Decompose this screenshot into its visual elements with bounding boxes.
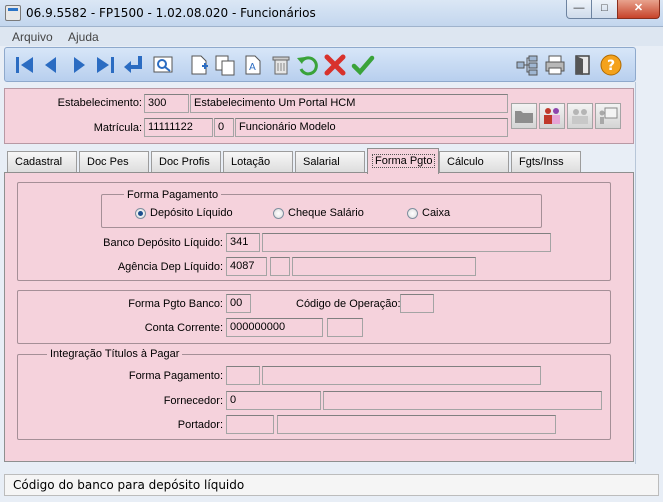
agency-name-field xyxy=(292,257,476,276)
bank-label: Banco Depósito Líquido: xyxy=(103,237,223,249)
undo-icon[interactable] xyxy=(295,53,319,77)
establishment-label: Estabelecimento: xyxy=(57,97,142,109)
app-icon xyxy=(5,5,21,21)
payables-legend: Integração Títulos à Pagar xyxy=(47,348,183,360)
cancel-icon[interactable] xyxy=(323,53,347,77)
search-icon[interactable] xyxy=(151,53,175,77)
last-record-icon[interactable] xyxy=(93,53,117,77)
registration-digit-field: 0 xyxy=(214,118,234,137)
payment-method-legend: Forma Pagamento xyxy=(124,189,222,201)
group-icon xyxy=(572,109,588,124)
bank-code-field[interactable]: 341 xyxy=(226,233,260,252)
exit-door-icon[interactable] xyxy=(571,53,595,77)
status-bar: Código do banco para depósito líquido xyxy=(4,474,659,496)
establishment-code-field[interactable]: 300 xyxy=(144,94,189,113)
bearer-label: Portador: xyxy=(177,419,223,431)
next-record-icon[interactable] xyxy=(67,53,91,77)
tab-calculo[interactable]: Cálculo xyxy=(439,151,509,173)
presentation-icon xyxy=(599,107,618,124)
payables-method-code-field[interactable] xyxy=(226,366,260,385)
account-field[interactable]: 000000000 xyxy=(226,318,323,337)
operation-field[interactable] xyxy=(400,294,434,313)
presentation-button[interactable] xyxy=(595,103,621,129)
folder-icon xyxy=(515,111,533,123)
help-icon[interactable]: ? xyxy=(599,53,623,77)
payables-method-desc-field xyxy=(262,366,541,385)
tab-fgts-inss[interactable]: Fgts/Inss xyxy=(511,151,581,173)
supplier-name-field xyxy=(323,391,602,410)
radio-caixa[interactable]: Caixa xyxy=(407,207,467,221)
toolbar: A ? xyxy=(4,47,636,82)
employee-name-field: Funcionário Modelo xyxy=(235,118,508,137)
close-button[interactable]: ✕ xyxy=(617,0,660,19)
tab-lotacao[interactable]: Lotação xyxy=(223,151,293,173)
payment-bank-label: Forma Pgto Banco: xyxy=(128,298,223,310)
dependents-button[interactable] xyxy=(567,103,593,129)
account-label: Conta Corrente: xyxy=(144,322,223,334)
menu-help[interactable]: Ajuda xyxy=(68,30,99,44)
previous-record-icon[interactable] xyxy=(39,53,63,77)
maximize-button[interactable]: □ xyxy=(591,0,618,19)
first-record-icon[interactable] xyxy=(13,53,37,77)
radio-deposito-liquido[interactable]: Depósito Líquido xyxy=(135,207,255,221)
account-digit-field[interactable] xyxy=(327,318,363,337)
agency-digit-field[interactable] xyxy=(270,257,290,276)
supplier-code-field[interactable]: 0 xyxy=(226,391,321,410)
edit-document-icon[interactable]: A xyxy=(241,53,265,77)
print-icon[interactable] xyxy=(543,53,567,77)
family-button[interactable] xyxy=(539,103,565,129)
tab-doc-pes[interactable]: Doc Pes xyxy=(79,151,149,173)
minimize-button[interactable]: — xyxy=(566,0,592,19)
establishment-name-field: Estabelecimento Um Portal HCM xyxy=(190,94,508,113)
new-document-icon[interactable] xyxy=(187,53,211,77)
structure-icon[interactable] xyxy=(515,53,539,77)
bearer-code-field[interactable] xyxy=(226,415,274,434)
window-edge xyxy=(635,82,636,464)
menu-file[interactable]: Arquivo xyxy=(12,30,53,44)
operation-label: Código de Operação: xyxy=(296,298,401,310)
agency-code-field[interactable]: 4087 xyxy=(226,257,267,276)
window-title: 06.9.5582 - FP1500 - 1.02.08.020 - Funci… xyxy=(26,6,316,20)
copy-icon[interactable] xyxy=(213,53,237,77)
payables-method-label: Forma Pagamento: xyxy=(128,370,223,382)
folder-button[interactable] xyxy=(511,103,537,129)
menu-bar: Arquivo Ajuda xyxy=(0,27,663,46)
registration-number-field[interactable]: 11111122 xyxy=(144,118,213,137)
svg-text:?: ? xyxy=(607,58,615,74)
tab-forma-pgto[interactable]: Forma Pgto xyxy=(367,148,439,174)
tab-salarial[interactable]: Salarial xyxy=(295,151,365,173)
tab-forma-pgto-label: Forma Pgto xyxy=(372,154,436,168)
bank-name-field xyxy=(262,233,551,252)
family-icon xyxy=(544,108,560,124)
agency-label: Agência Dep Líquido: xyxy=(117,261,223,273)
goto-return-icon[interactable] xyxy=(121,53,145,77)
payment-bank-field[interactable]: 00 xyxy=(226,294,251,313)
svg-text:A: A xyxy=(249,62,256,73)
radio-cheque-salario[interactable]: Cheque Salário xyxy=(273,207,373,221)
trash-icon[interactable] xyxy=(269,53,293,77)
confirm-icon[interactable] xyxy=(351,53,375,77)
supplier-label: Fornecedor: xyxy=(163,395,223,407)
title-bar: 06.9.5582 - FP1500 - 1.02.08.020 - Funci… xyxy=(0,0,663,27)
tab-doc-profis[interactable]: Doc Profis xyxy=(151,151,221,173)
tab-cadastral[interactable]: Cadastral xyxy=(7,151,77,173)
bearer-name-field xyxy=(277,415,556,434)
registration-label: Matrícula: xyxy=(93,122,142,134)
